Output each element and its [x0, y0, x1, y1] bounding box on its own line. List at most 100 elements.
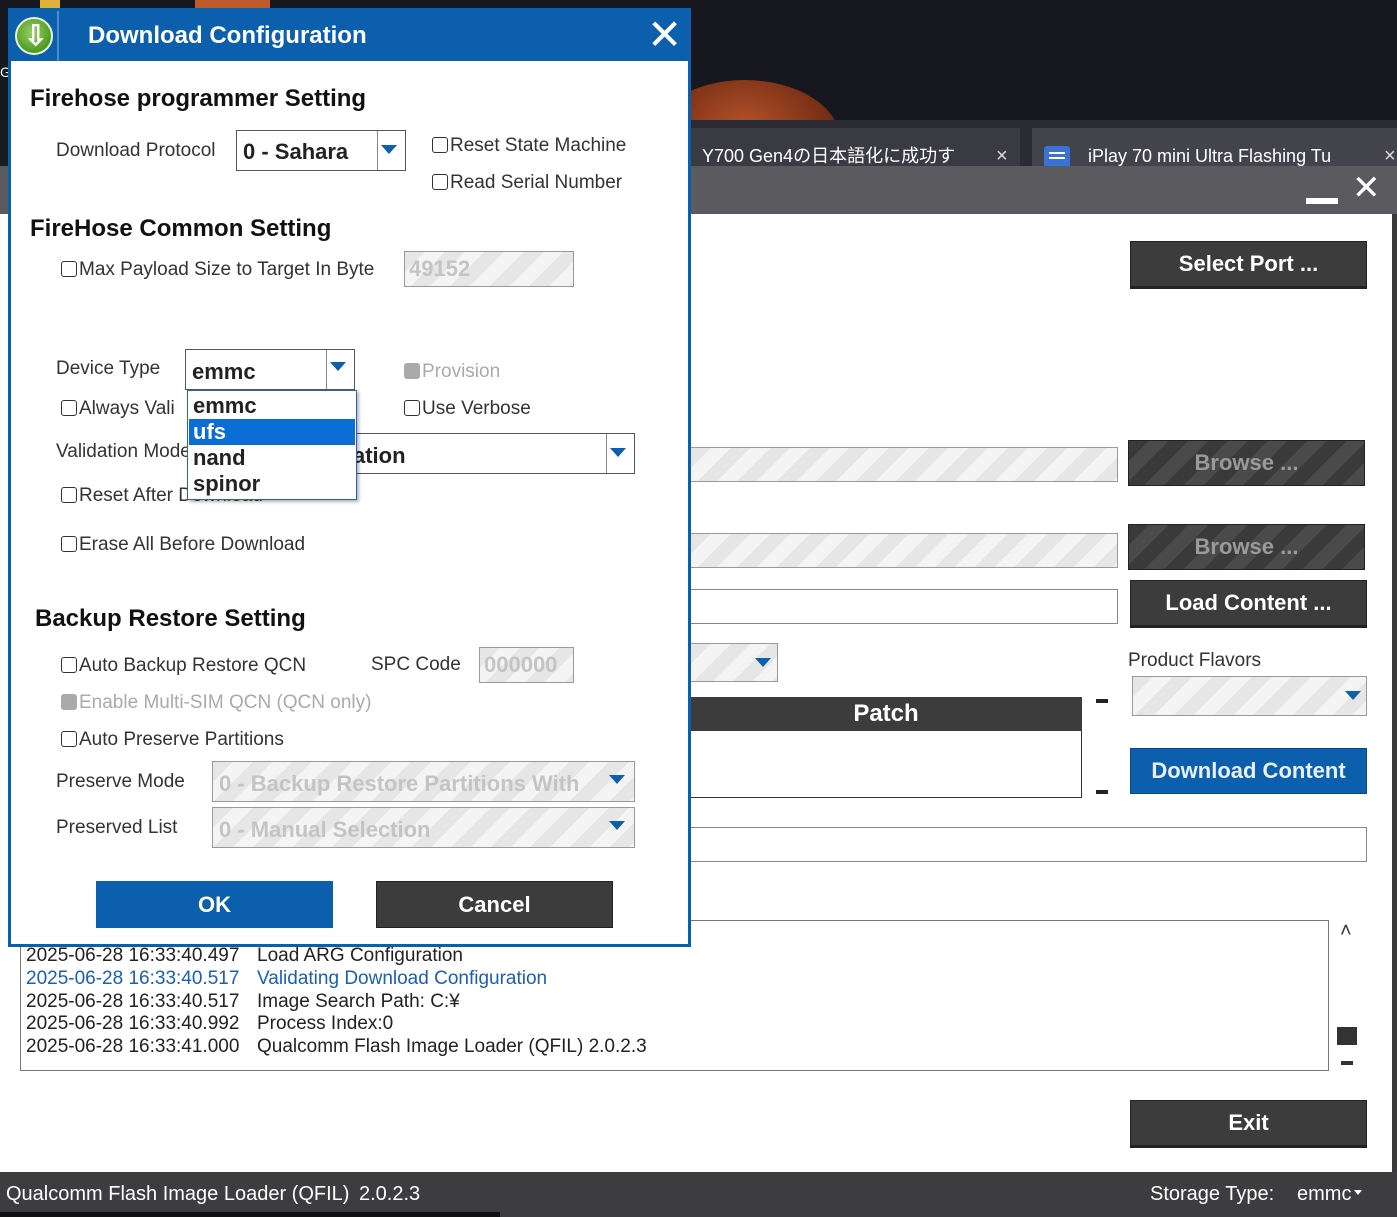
download-configuration-dialog: Download Configuration ✕ Firehose progra… [8, 8, 691, 947]
chevron-down-icon [610, 448, 626, 457]
always-validate-checkbox[interactable]: Always Vali [61, 398, 175, 420]
browse-programmer-button[interactable]: Browse ... [1128, 440, 1365, 486]
preserved-list-select[interactable]: 0 - Manual Selection [212, 807, 635, 848]
checkbox-box[interactable] [432, 174, 448, 190]
max-payload-input[interactable]: 49152 [404, 251, 574, 287]
download-protocol-label: Download Protocol [56, 140, 216, 161]
auto-backup-qcn-checkbox[interactable]: Auto Backup Restore QCN [61, 655, 306, 677]
programmer-path-field[interactable] [690, 447, 1118, 482]
chevron-down-icon [381, 145, 397, 154]
scroll-up-icon[interactable]: ˄ [1340, 920, 1352, 943]
use-verbose-checkbox[interactable]: Use Verbose [404, 398, 531, 420]
chevron-down-icon [330, 362, 346, 371]
checkbox-box[interactable] [61, 487, 77, 503]
device-type-select[interactable]: emmc [185, 349, 355, 390]
content-path-field[interactable] [690, 589, 1118, 624]
read-serial-number-checkbox[interactable]: Read Serial Number [432, 172, 622, 194]
checkbox-label: Erase All Before Download [79, 534, 306, 555]
dropdown-option-emmc[interactable]: emmc [189, 393, 355, 419]
chevron-down-icon [1354, 1190, 1362, 1195]
chevron-down-icon [755, 658, 771, 667]
combo-separator [326, 350, 327, 389]
build-select[interactable] [690, 643, 778, 682]
erase-all-checkbox[interactable]: Erase All Before Download [61, 534, 305, 556]
taskbar-edge [0, 1212, 500, 1217]
section-heading-firehose-programmer: Firehose programmer Setting [30, 85, 367, 112]
scrollbar-thumb[interactable] [1337, 1027, 1357, 1045]
checkbox-label: Max Payload Size to Target In Byte [79, 259, 375, 280]
log-line: 2025-06-28 16:33:40.517 Validating Downlo… [26, 968, 548, 989]
checkbox-box[interactable] [404, 400, 420, 416]
checkbox-label: Provision [422, 361, 501, 382]
auto-preserve-checkbox[interactable]: Auto Preserve Partitions [61, 729, 284, 751]
combo-separator [606, 434, 607, 473]
dialog-titlebar: Download Configuration ✕ [11, 11, 688, 61]
cancel-button[interactable]: Cancel [376, 881, 613, 928]
checkbox-box[interactable] [61, 536, 77, 552]
progress-field [690, 827, 1367, 862]
log-line: 2025-06-28 16:33:40.517 Image Search Path… [26, 991, 460, 1012]
dropdown-option-spinor[interactable]: spinor [189, 471, 355, 497]
dropdown-option-ufs[interactable]: ufs [189, 419, 355, 445]
docs-icon [1044, 146, 1070, 168]
patch-column-header: Patch [690, 697, 1082, 731]
preserve-mode-select[interactable]: 0 - Backup Restore Partitions With [212, 761, 635, 802]
select-port-button[interactable]: Select Port ... [1130, 241, 1367, 287]
close-icon[interactable]: ✕ [1352, 166, 1381, 210]
checkbox-box [404, 363, 420, 379]
checkbox-box[interactable] [61, 731, 77, 747]
minimize-icon[interactable] [1306, 198, 1338, 204]
max-payload-checkbox[interactable]: Max Payload Size to Target In Byte [61, 259, 374, 281]
checkbox-box[interactable] [61, 657, 77, 673]
checkbox-box[interactable] [432, 137, 448, 153]
storage-type-label: Storage Type: [1150, 1183, 1275, 1205]
checkbox-label: Auto Preserve Partitions [79, 729, 284, 750]
log-line: 2025-06-28 16:33:41.000 Qualcomm Flash Im… [26, 1036, 647, 1057]
reset-state-machine-checkbox[interactable]: Reset State Machine [432, 135, 626, 157]
enable-multi-sim-checkbox: Enable Multi-SIM QCN (QCN only) [61, 692, 371, 714]
browser-tab[interactable]: iPlay 70 mini Ultra Flashing Tu × [1032, 128, 1397, 168]
checkbox-label: Use Verbose [422, 398, 531, 419]
device-type-dropdown-list: emmc ufs nand spinor [187, 390, 357, 500]
section-heading-backup-restore: Backup Restore Setting [35, 605, 306, 632]
status-app-name: Qualcomm Flash Image Loader (QFIL) [6, 1183, 350, 1205]
browser-tab[interactable]: Y700 Gen4の日本語化に成功す × [690, 128, 1020, 168]
spc-code-value: 000000 [484, 652, 558, 677]
section-heading-firehose-common: FireHose Common Setting [30, 215, 332, 242]
checkbox-label: Always Vali [79, 398, 175, 419]
combo-separator [377, 131, 378, 170]
tab-close-icon[interactable]: × [1384, 128, 1396, 168]
chevron-down-icon [609, 775, 625, 784]
dash-marker [1096, 790, 1108, 794]
browse-image-button[interactable]: Browse ... [1128, 524, 1365, 570]
product-flavors-select[interactable] [1132, 676, 1367, 716]
ok-button[interactable]: OK [96, 881, 333, 928]
status-bar: Qualcomm Flash Image Loader (QFIL) 2.0.2… [0, 1172, 1397, 1217]
checkbox-box[interactable] [61, 261, 77, 277]
window-edge [1392, 214, 1397, 1172]
exit-button[interactable]: Exit [1130, 1100, 1367, 1146]
tab-close-icon[interactable]: × [996, 128, 1008, 168]
close-icon[interactable]: ✕ [647, 13, 682, 57]
chevron-down-icon [609, 821, 625, 830]
download-icon [15, 17, 53, 55]
download-content-button[interactable]: Download Content [1130, 748, 1367, 794]
spc-code-input[interactable]: 000000 [479, 647, 574, 683]
checkbox-label: Reset State Machine [450, 135, 627, 156]
download-protocol-value: 0 - Sahara [243, 139, 349, 164]
checkbox-box [61, 694, 77, 710]
download-protocol-select[interactable]: 0 - Sahara [236, 130, 406, 171]
scroll-down-icon[interactable] [1341, 1061, 1353, 1065]
checkbox-label: Auto Backup Restore QCN [79, 655, 307, 676]
tab-label: Y700 Gen4の日本語化に成功す [702, 146, 956, 166]
checkbox-box[interactable] [61, 400, 77, 416]
image-path-field[interactable] [690, 533, 1118, 568]
load-content-button[interactable]: Load Content ... [1130, 580, 1367, 626]
preserve-mode-value: 0 - Backup Restore Partitions With [219, 771, 580, 796]
spc-code-label: SPC Code [371, 654, 461, 675]
device-type-value: emmc [192, 359, 256, 384]
storage-type-value[interactable]: emmc [1297, 1183, 1351, 1206]
checkbox-label: Read Serial Number [450, 172, 623, 193]
dropdown-option-nand[interactable]: nand [189, 445, 355, 471]
patch-list[interactable] [690, 731, 1082, 798]
